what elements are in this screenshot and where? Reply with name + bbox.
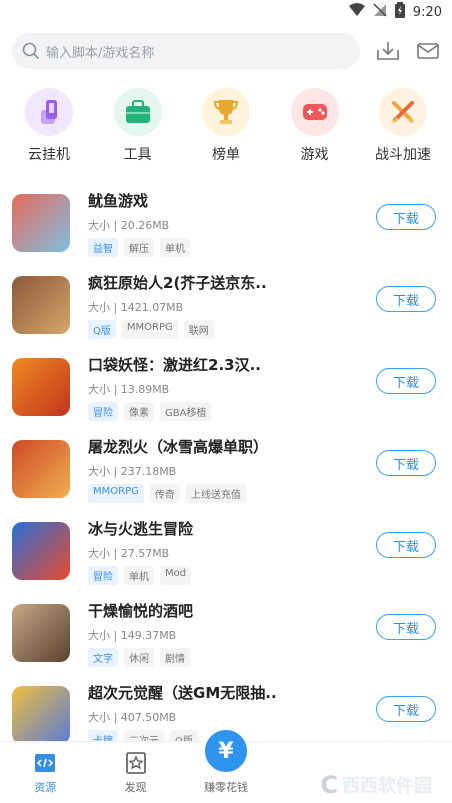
category-ranking[interactable]: 榜单	[183, 88, 269, 182]
star-bookmark-icon	[124, 751, 148, 775]
category-label: 云挂机	[28, 147, 70, 163]
category-battle-boost[interactable]: 战斗加速	[360, 88, 446, 182]
game-tags: 文字 休闲 剧情	[88, 647, 440, 667]
game-tag: 传奇	[149, 483, 180, 503]
category-label: 战斗加速	[375, 147, 431, 163]
game-tags: 益智 解压 单机	[88, 237, 440, 257]
game-title[interactable]: 超次元觉醒（送GM无限抽..	[88, 682, 278, 703]
wifi-icon	[348, 3, 365, 21]
download-button[interactable]: 下载	[376, 450, 436, 476]
code-icon	[33, 751, 57, 775]
nav-label: 资源	[34, 780, 57, 794]
category-tools[interactable]: 工具	[95, 88, 181, 182]
game-title[interactable]: 冰与火逃生冒险	[88, 518, 278, 539]
game-tag: Mod	[160, 565, 192, 585]
game-thumbnail[interactable]	[12, 522, 70, 580]
search-row: 输入脚本/游戏名称	[0, 24, 452, 72]
category-label: 游戏	[300, 147, 329, 163]
game-thumbnail[interactable]	[12, 358, 70, 416]
game-tag: 冒险	[88, 565, 118, 585]
yen-icon[interactable]: ¥	[202, 727, 250, 775]
game-tag: 上线送充值	[185, 483, 246, 503]
game-tag: 益智	[88, 237, 118, 257]
game-tag: 休闲	[124, 647, 154, 667]
mail-icon[interactable]	[416, 39, 440, 63]
game-tag: 像素	[124, 401, 154, 421]
game-tag: Q版	[88, 319, 116, 339]
game-thumbnail[interactable]	[12, 686, 70, 744]
game-row[interactable]: 屠龙烈火（冰雪高爆单职） 大小 | 237.18MB MMORPG 传奇 上线送充值 下载	[12, 428, 440, 510]
game-tag: GBA移植	[160, 401, 212, 421]
game-thumbnail[interactable]	[12, 440, 70, 498]
category-games[interactable]: 游戏	[272, 88, 358, 182]
category-label: 工具	[123, 147, 152, 163]
game-tag: 冒险	[88, 401, 118, 421]
game-row[interactable]: 鱿鱼游戏 大小 | 20.26MB 益智 解压 单机 下载	[12, 182, 440, 264]
download-button[interactable]: 下载	[376, 614, 436, 640]
swords-icon	[379, 88, 427, 136]
phone-icon	[25, 88, 73, 136]
nav-discover[interactable]: 发现	[90, 742, 180, 803]
game-tag: 联网	[183, 319, 214, 339]
category-cloud-hangup[interactable]: 云挂机	[6, 88, 92, 182]
search-placeholder: 输入脚本/游戏名称	[46, 45, 155, 61]
trophy-icon	[202, 88, 250, 136]
clock-time: 9:20	[412, 4, 442, 20]
nav-label: 赚零花钱	[204, 780, 249, 794]
game-tags: 冒险 单机 Mod	[88, 565, 440, 585]
game-thumbnail[interactable]	[12, 194, 70, 252]
nav-label: 发现	[124, 780, 147, 794]
game-tag: 文字	[88, 647, 118, 667]
download-button[interactable]: 下载	[376, 532, 436, 558]
nav-resources[interactable]: 资源	[0, 742, 90, 803]
download-tray-icon[interactable]	[376, 39, 400, 63]
status-bar: 9:20	[0, 0, 452, 24]
game-tag: 单机	[160, 237, 190, 257]
game-tag: 剧情	[160, 647, 190, 667]
game-row[interactable]: 疯狂原始人2(芥子送京东.. 大小 | 1421.07MB Q版 MMORPG 联网 下载	[12, 264, 440, 346]
game-thumbnail[interactable]	[12, 276, 70, 334]
gamepad-icon	[290, 88, 339, 136]
category-label: 榜单	[212, 147, 240, 163]
search-icon	[22, 42, 40, 60]
game-title[interactable]: 干燥愉悦的酒吧	[88, 600, 278, 621]
download-button[interactable]: 下载	[376, 696, 436, 722]
search-input[interactable]: 输入脚本/游戏名称	[12, 33, 360, 69]
game-thumbnail[interactable]	[12, 604, 70, 662]
download-button[interactable]: 下载	[376, 368, 436, 394]
battery-icon	[394, 2, 405, 22]
toolbox-icon	[113, 88, 162, 136]
game-tag: MMORPG	[88, 483, 144, 503]
game-row[interactable]: 冰与火逃生冒险 大小 | 27.57MB 冒险 单机 Mod 下载	[12, 510, 440, 592]
download-button[interactable]: 下载	[376, 204, 436, 230]
watermark-logo: C 西西软件园	[320, 771, 432, 799]
game-tag: 解压	[124, 237, 154, 257]
game-title[interactable]: 屠龙烈火（冰雪高爆单职）	[88, 436, 278, 457]
game-title[interactable]: 疯狂原始人2(芥子送京东..	[88, 272, 278, 293]
game-title[interactable]: 鱿鱼游戏	[88, 190, 278, 211]
game-row[interactable]: 干燥愉悦的酒吧 大小 | 149.37MB 文字 休闲 剧情 下载	[12, 592, 440, 674]
game-tags: MMORPG 传奇 上线送充值	[88, 483, 440, 503]
no-signal-icon	[373, 3, 387, 21]
game-tags: 冒险 像素 GBA移植	[88, 401, 440, 421]
category-bar: 云挂机 工具 榜单 游戏 战斗加速	[0, 72, 452, 182]
game-tag: 单机	[124, 565, 154, 585]
game-row[interactable]: 口袋妖怪：激进红2.3汉.. 大小 | 13.89MB 冒险 像素 GBA移植 下载	[12, 346, 440, 428]
download-button[interactable]: 下载	[376, 286, 436, 312]
game-title[interactable]: 口袋妖怪：激进红2.3汉..	[88, 354, 278, 375]
game-tags: Q版 MMORPG 联网	[88, 319, 440, 339]
game-tag: MMORPG	[121, 319, 178, 339]
game-list: 鱿鱼游戏 大小 | 20.26MB 益智 解压 单机 下载 疯狂原始人2(芥子送京东.. 大小…	[0, 182, 452, 756]
